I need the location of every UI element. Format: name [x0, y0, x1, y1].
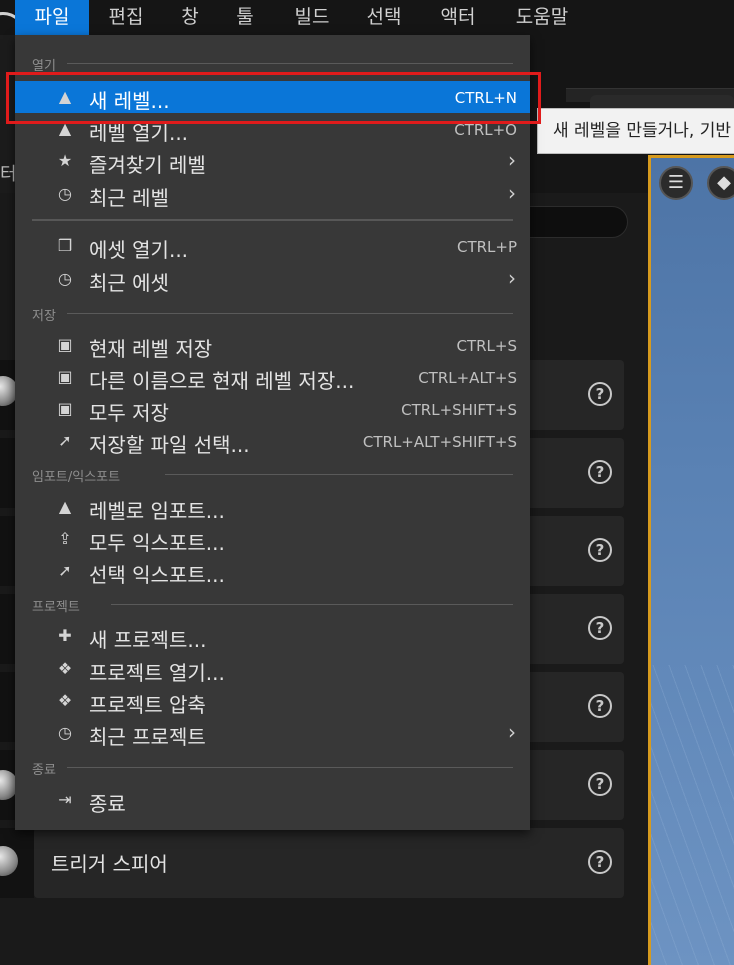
help-icon[interactable]: ? [588, 616, 612, 640]
menu-help[interactable]: 도움말 [500, 0, 584, 35]
perspective-cube-icon[interactable]: ◆ [707, 166, 734, 200]
menu-item-favorite-levels[interactable]: ★ 즐겨찾기 레벨 › [15, 145, 530, 177]
help-icon[interactable]: ? [588, 460, 612, 484]
export-selected-icon: ➚ [58, 561, 72, 580]
menu-item-recent-assets[interactable]: ◷ 최근 에셋 › [15, 263, 530, 295]
menu-item-label: 프로젝트 압축 [89, 693, 206, 717]
section-divider [67, 767, 513, 768]
menu-item-label: 즐겨찾기 레벨 [89, 153, 206, 177]
menu-item-shortcut: CTRL+ALT+SHIFT+S [362, 433, 517, 451]
export-all-icon: ⇪ [58, 529, 72, 548]
highlight-box [6, 72, 541, 124]
hamburger-menu-icon[interactable]: ☰ [659, 166, 693, 200]
recent-level-icon: ◷ [58, 184, 72, 203]
section-divider [165, 474, 513, 475]
file-menu-dropdown: 열기 ▲ 새 레벨... CTRL+N ▲ 레벨 열기... CTRL+O ★ … [15, 35, 530, 830]
section-import-export-label: 임포트/익스포트 [32, 470, 121, 485]
chevron-right-icon: › [508, 720, 516, 744]
menu-item-label: 최근 에셋 [89, 271, 169, 295]
save-all-icon: ▣ [57, 399, 73, 418]
viewport-floor-grid [651, 665, 734, 965]
menu-build[interactable]: 빌드 [280, 0, 344, 35]
menu-item-save-all[interactable]: ▣ 모두 저장 CTRL+SHIFT+S [15, 393, 530, 425]
exit-icon: ⇥ [58, 790, 72, 809]
menu-item-label: 선택 익스포트... [89, 563, 225, 587]
menu-item-label: 새 프로젝트... [89, 628, 207, 652]
zip-project-icon: ❖ [57, 691, 73, 710]
menu-item-new-project[interactable]: ✚ 새 프로젝트... [15, 620, 530, 652]
menu-item-open-asset[interactable]: ❒ 에셋 열기... CTRL+P [15, 230, 530, 262]
menu-item-label: 다른 이름으로 현재 레벨 저장... [89, 369, 355, 393]
section-divider [111, 604, 513, 605]
menu-file[interactable]: 파일 [15, 0, 89, 35]
choose-files-icon: ➚ [58, 431, 72, 450]
menu-tools[interactable]: 툴 [225, 0, 265, 35]
menu-item-save-level[interactable]: ▣ 현재 레벨 저장 CTRL+S [15, 329, 530, 361]
menu-item-label: 종료 [89, 792, 126, 816]
menu-item-open-project[interactable]: ❖ 프로젝트 열기... [15, 653, 530, 685]
chevron-right-icon: › [508, 266, 516, 290]
open-project-icon: ❖ [57, 659, 73, 678]
menu-item-label: 모두 익스포트... [89, 531, 225, 555]
menu-item-label: 모두 저장 [89, 401, 169, 425]
menu-item-zip-project[interactable]: ❖ 프로젝트 압축 [15, 685, 530, 717]
menu-item-exit[interactable]: ⇥ 종료 [15, 784, 530, 816]
help-icon[interactable]: ? [588, 694, 612, 718]
menu-divider [32, 219, 513, 221]
chevron-right-icon: › [508, 148, 516, 172]
menu-actor[interactable]: 액터 [426, 0, 490, 35]
section-exit-label: 종료 [32, 763, 56, 778]
new-level-tooltip: 새 레벨을 만들거나, 기반 [537, 108, 734, 154]
help-icon[interactable]: ? [588, 538, 612, 562]
menu-item-label: 프로젝트 열기... [89, 661, 225, 685]
menu-window[interactable]: 창 [170, 0, 210, 35]
save-icon: ▣ [57, 335, 73, 354]
menu-item-recent-projects[interactable]: ◷ 최근 프로젝트 › [15, 717, 530, 749]
menu-item-shortcut: CTRL+ALT+S [418, 369, 517, 387]
help-icon[interactable]: ? [588, 772, 612, 796]
actor-row-trigger-sphere[interactable]: 트리거 스피어 ? [34, 828, 624, 898]
menu-select[interactable]: 선택 [352, 0, 416, 35]
menu-item-label: 레벨로 임포트... [89, 499, 225, 523]
menu-item-shortcut: CTRL+S [456, 337, 517, 355]
menu-item-label: 현재 레벨 저장 [89, 337, 213, 361]
new-project-icon: ✚ [58, 626, 72, 645]
section-divider [67, 313, 513, 314]
chevron-right-icon: › [508, 181, 516, 205]
help-icon[interactable]: ? [588, 850, 612, 874]
import-icon: ▲ [58, 497, 72, 516]
menu-item-shortcut: CTRL+SHIFT+S [401, 401, 517, 419]
menu-item-label: 최근 레벨 [89, 186, 169, 210]
favorite-level-icon: ★ [57, 151, 73, 170]
help-icon[interactable]: ? [588, 382, 612, 406]
row-thumbnail [0, 828, 34, 898]
recent-asset-icon: ◷ [58, 269, 72, 288]
menu-item-save-as[interactable]: ▣ 다른 이름으로 현재 레벨 저장... CTRL+ALT+S [15, 361, 530, 393]
recent-project-icon: ◷ [58, 723, 72, 742]
section-save-label: 저장 [32, 309, 56, 324]
menu-item-shortcut: CTRL+P [456, 238, 517, 256]
level-viewport[interactable]: ☰ ◆ [648, 155, 734, 965]
save-as-icon: ▣ [57, 367, 73, 386]
menu-item-import-into-level[interactable]: ▲ 레벨로 임포트... [15, 491, 530, 523]
menu-edit[interactable]: 편집 [94, 0, 158, 35]
menu-item-label: 에셋 열기... [89, 238, 189, 262]
open-asset-icon: ❒ [57, 236, 73, 255]
main-toolbar [530, 35, 734, 90]
menu-item-export-selected[interactable]: ➚ 선택 익스포트... [15, 555, 530, 587]
menu-item-choose-files-to-save[interactable]: ➚ 저장할 파일 선택... CTRL+ALT+SHIFT+S [15, 425, 530, 457]
section-project-label: 프로젝트 [32, 600, 80, 615]
actor-row-label: 트리거 스피어 [51, 852, 168, 876]
menu-item-label: 최근 프로젝트 [89, 725, 206, 749]
section-divider [67, 63, 513, 64]
menu-item-recent-levels[interactable]: ◷ 최근 레벨 › [15, 178, 530, 210]
menu-item-label: 저장할 파일 선택... [89, 433, 250, 457]
menu-bar: 파일 편집 창 툴 빌드 선택 액터 도움말 [0, 0, 734, 58]
menu-item-export-all[interactable]: ⇪ 모두 익스포트... [15, 523, 530, 555]
